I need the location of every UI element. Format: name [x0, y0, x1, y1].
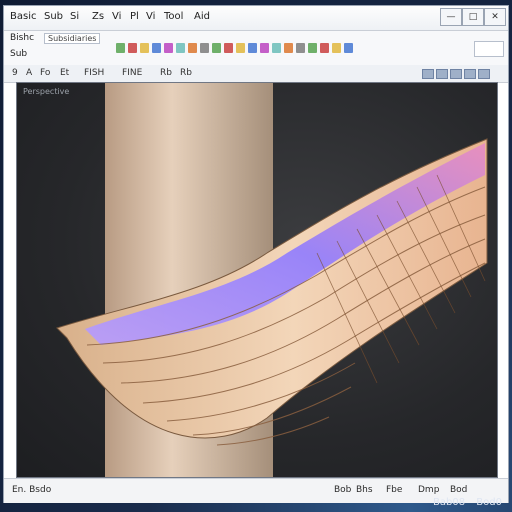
panel-mini-icon-5[interactable]	[478, 69, 490, 79]
tool-icon-6[interactable]	[176, 43, 185, 53]
menu-item-7[interactable]: Tool	[164, 11, 183, 22]
tool-icon-1[interactable]	[116, 43, 125, 53]
tool-icon-20[interactable]	[344, 43, 353, 53]
status-item-2[interactable]: Fbe	[386, 485, 402, 495]
minimize-button[interactable]: —	[440, 8, 462, 26]
panel-mini-icon-1[interactable]	[422, 69, 434, 79]
panel-strip-item-0[interactable]: 9	[12, 68, 18, 78]
tool-icon-19[interactable]	[332, 43, 341, 53]
tool-icon-16[interactable]	[296, 43, 305, 53]
status-item-0[interactable]: Bob	[334, 485, 351, 495]
tool-icon-17[interactable]	[308, 43, 317, 53]
tool-icon-14[interactable]	[272, 43, 281, 53]
tool-icon-3[interactable]	[140, 43, 149, 53]
menu-item-1[interactable]: Sub	[44, 11, 63, 22]
tool-icon-10[interactable]	[224, 43, 233, 53]
title-field[interactable]: Subsidiaries	[44, 33, 101, 44]
menu-item-2[interactable]: Si	[70, 11, 79, 22]
close-button[interactable]: ✕	[484, 8, 506, 26]
menu-item-0[interactable]: Basic	[10, 11, 36, 22]
status-left: En. Bsdo	[12, 485, 52, 495]
menu-item-8[interactable]: Aid	[194, 11, 210, 22]
panel-strip-item-2[interactable]: Fo	[40, 68, 50, 78]
close-icon: ✕	[491, 12, 499, 22]
panel-mini-icon-2[interactable]	[436, 69, 448, 79]
tool-icon-5[interactable]	[164, 43, 173, 53]
tool-icon-13[interactable]	[260, 43, 269, 53]
taskbar-tray: Bab08 Bod0	[433, 497, 502, 508]
tray-text[interactable]: Bab08	[433, 497, 465, 508]
tool-icon-8[interactable]	[200, 43, 209, 53]
ribbon-label-primary: Bishc	[10, 33, 35, 43]
panel-strip-item-3[interactable]: Et	[60, 68, 69, 78]
app-window: Basic Sub Si Zs Vi Pl Vi Tool Aid — □ ✕ …	[4, 6, 508, 503]
menu-item-5[interactable]: Pl	[130, 11, 139, 22]
panel-strip: 9 A Fo Et FISH FINE Rb Rb	[4, 65, 508, 83]
panel-mini-icon-4[interactable]	[464, 69, 476, 79]
panel-strip-item-5[interactable]: FINE	[122, 68, 142, 78]
tool-icon-15[interactable]	[284, 43, 293, 53]
status-item-1[interactable]: Bhs	[356, 485, 373, 495]
minimize-icon: —	[446, 12, 456, 22]
tool-icon-9[interactable]	[212, 43, 221, 53]
tool-icon-4[interactable]	[152, 43, 161, 53]
maximize-button[interactable]: □	[462, 8, 484, 26]
status-item-3[interactable]: Dmp	[418, 485, 439, 495]
tool-icon-12[interactable]	[248, 43, 257, 53]
panel-strip-item-1[interactable]: A	[26, 68, 32, 78]
menu-bar: Basic Sub Si Zs Vi Pl Vi Tool Aid — □ ✕	[4, 6, 508, 31]
model-render	[56, 83, 488, 477]
panel-strip-item-7[interactable]: Rb	[180, 68, 192, 78]
ribbon-label-secondary: Sub	[10, 49, 28, 59]
tool-icon-2[interactable]	[128, 43, 137, 53]
menu-item-4[interactable]: Vi	[112, 11, 121, 22]
clock[interactable]: Bod0	[476, 497, 502, 508]
menu-item-6[interactable]: Vi	[146, 11, 155, 22]
tool-icon-18[interactable]	[320, 43, 329, 53]
menu-item-3[interactable]: Zs	[92, 11, 104, 22]
panel-mini-icon-3[interactable]	[450, 69, 462, 79]
viewport[interactable]: Perspective	[16, 82, 498, 478]
panel-strip-item-4[interactable]: FISH	[84, 68, 104, 78]
ribbon: Bishc Sub Subsidiaries	[4, 31, 508, 66]
search-box[interactable]	[474, 41, 504, 57]
panel-strip-item-6[interactable]: Rb	[160, 68, 172, 78]
status-item-4[interactable]: Bod	[450, 485, 467, 495]
maximize-icon: □	[468, 12, 478, 22]
tool-icon-7[interactable]	[188, 43, 197, 53]
tool-icon-11[interactable]	[236, 43, 245, 53]
